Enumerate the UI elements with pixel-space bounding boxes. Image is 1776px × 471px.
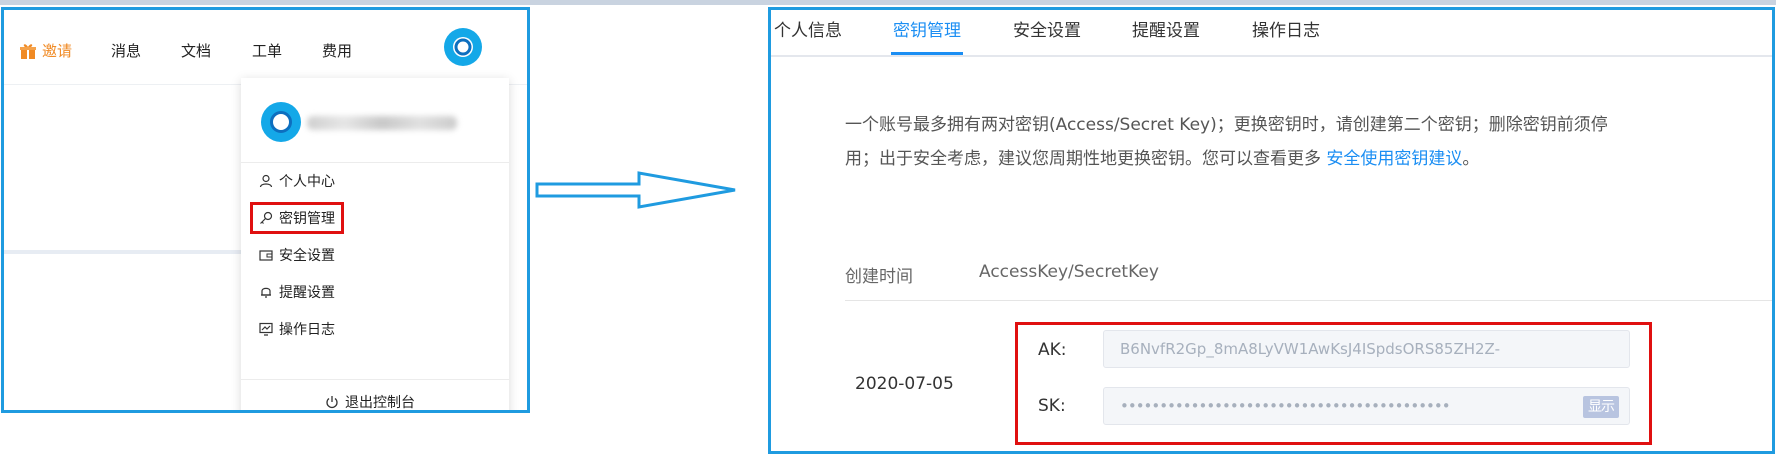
key-created-date: 2020-07-05 [855, 374, 954, 394]
user-icon [259, 174, 273, 188]
invite-link[interactable]: 邀请 [19, 40, 72, 61]
show-secret-button[interactable]: 显示 [1583, 396, 1619, 418]
description-text: 用；出于安全考虑，建议您周期性地更换密钥。您可以查看更多 [845, 149, 1327, 169]
nav-billing[interactable]: 费用 [322, 40, 352, 61]
account-dropdown: 个人中心 密钥管理 安全设置 提醒设置 操作日志 退出控制台 [241, 78, 509, 411]
description-end: 。 [1462, 149, 1480, 169]
dropdown-footer: 退出控制台 [241, 379, 509, 411]
access-key-field[interactable]: B6NvfR2Gp_8mA8LyVW1AwKsJ4ISpdsORS85ZH2Z- [1103, 330, 1630, 368]
tab-operation-log[interactable]: 操作日志 [1252, 16, 1320, 41]
menu-item-label: 密钥管理 [279, 211, 335, 227]
logout-label: 退出控制台 [345, 395, 415, 411]
menu-item-profile[interactable]: 个人中心 [259, 170, 335, 192]
menu-item-label: 安全设置 [279, 248, 335, 264]
avatar[interactable] [444, 28, 482, 66]
description-line-1: 一个账号最多拥有两对密钥(Access/Secret Key)；更换密钥时，请创… [845, 115, 1608, 135]
column-header-created-time: 创建时间 [845, 267, 913, 287]
gift-icon [20, 43, 36, 59]
sk-label: SK: [1038, 396, 1066, 416]
menu-item-operation-log[interactable]: 操作日志 [259, 318, 335, 340]
avatar [261, 102, 301, 142]
secret-key-field[interactable]: ••••••••••••••••••••••••••••••••••••••••… [1103, 387, 1630, 425]
right-arrow-icon [535, 171, 736, 209]
description-line-2: 用；出于安全考虑，建议您周期性地更换密钥。您可以查看更多 安全使用密钥建议。 [845, 142, 1625, 176]
menu-item-reminders[interactable]: 提醒设置 [259, 281, 335, 303]
tab-security[interactable]: 安全设置 [1013, 16, 1081, 41]
left-panel-console-menu: 邀请 消息 文档 工单 费用 个人中心 密钥管理 安全设置 提醒设置 操作日志 … [1, 7, 530, 413]
menu-item-key-management[interactable]: 密钥管理 [250, 202, 344, 234]
tab-reminders[interactable]: 提醒设置 [1132, 16, 1200, 41]
key-pair-highlight: AK: B6NvfR2Gp_8mA8LyVW1AwKsJ4ISpdsORS85Z… [1015, 322, 1652, 445]
menu-item-label: 个人中心 [279, 174, 335, 190]
tab-key-management[interactable]: 密钥管理 [893, 16, 961, 41]
avatar-face-icon [270, 111, 292, 133]
column-header-access-secret-key: AccessKey/SecretKey [979, 262, 1159, 282]
avatar-face-icon [453, 37, 473, 57]
log-chart-icon [259, 322, 273, 336]
menu-item-label: 操作日志 [279, 322, 335, 338]
secret-key-masked: ••••••••••••••••••••••••••••••••••••••••… [1120, 397, 1451, 415]
table-header-divider [845, 300, 1772, 301]
nav-messages[interactable]: 消息 [111, 40, 141, 61]
nav-docs[interactable]: 文档 [181, 40, 211, 61]
tab-profile[interactable]: 个人信息 [774, 16, 842, 41]
key-icon [260, 211, 273, 224]
nav-tickets[interactable]: 工单 [252, 40, 282, 61]
logout-button[interactable]: 退出控制台 [325, 392, 415, 411]
top-nav: 邀请 消息 文档 工单 费用 [4, 10, 527, 85]
right-panel-key-management: 个人信息 密钥管理 安全设置 提醒设置 操作日志 一个账号最多拥有两对密钥(Ac… [768, 7, 1775, 454]
invite-label: 邀请 [42, 42, 73, 60]
ak-label: AK: [1038, 340, 1067, 360]
background-divider [4, 250, 244, 254]
username-blurred [307, 116, 457, 130]
power-icon [326, 396, 338, 409]
menu-item-label: 提醒设置 [279, 285, 335, 301]
wallet-icon [259, 250, 273, 261]
dropdown-user-section [241, 78, 509, 163]
key-security-advice-link[interactable]: 安全使用密钥建议 [1326, 149, 1462, 169]
menu-item-security[interactable]: 安全设置 [259, 244, 335, 266]
top-strip [0, 0, 1776, 5]
account-tabs: 个人信息 密钥管理 安全设置 提醒设置 操作日志 [771, 10, 1772, 57]
bell-icon [261, 287, 271, 298]
key-policy-description: 一个账号最多拥有两对密钥(Access/Secret Key)；更换密钥时，请创… [845, 108, 1625, 176]
active-tab-indicator [891, 52, 963, 55]
